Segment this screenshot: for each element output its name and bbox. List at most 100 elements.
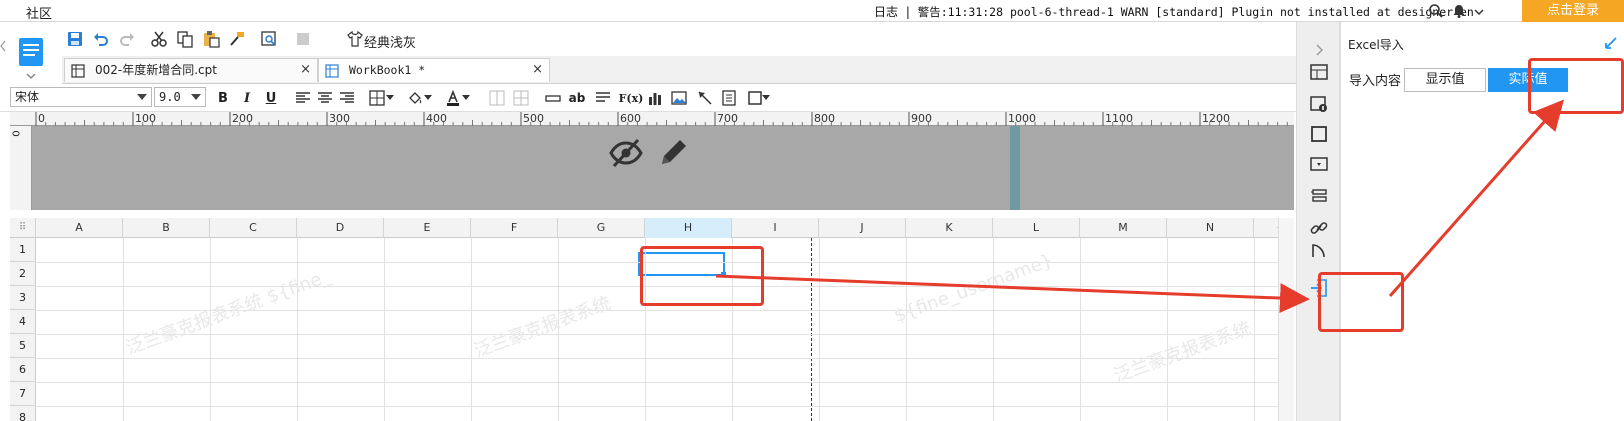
align-center-icon[interactable] bbox=[314, 88, 336, 108]
dropdown-widget-icon[interactable] bbox=[1307, 152, 1331, 176]
log-label[interactable]: 日志 bbox=[874, 5, 898, 19]
column-header-a[interactable]: A bbox=[36, 218, 123, 238]
highlight-box-import-icon bbox=[1318, 272, 1404, 332]
row-header-1[interactable]: 1 bbox=[10, 238, 36, 262]
collapse-arrow-icon[interactable] bbox=[1307, 38, 1331, 62]
select-all-corner[interactable]: ⠿ bbox=[10, 218, 36, 238]
vertical-scrollbar[interactable] bbox=[1278, 218, 1294, 421]
column-header-k[interactable]: K bbox=[906, 218, 993, 238]
row-header-6[interactable]: 6 bbox=[10, 358, 36, 382]
search-icon[interactable] bbox=[1428, 3, 1444, 19]
chevron-down-icon[interactable] bbox=[760, 88, 772, 108]
left-edge-arrow-icon[interactable] bbox=[0, 40, 6, 52]
font-name-select[interactable]: 宋体 bbox=[10, 87, 152, 107]
row-header-2[interactable]: 2 bbox=[10, 262, 36, 286]
row-header-5[interactable]: 5 bbox=[10, 334, 36, 358]
grid-column-line bbox=[384, 238, 385, 421]
paste-icon[interactable] bbox=[200, 28, 222, 50]
bold-button[interactable]: B bbox=[212, 88, 234, 108]
column-header-i[interactable]: I bbox=[732, 218, 819, 238]
grid-row-line bbox=[36, 358, 1288, 359]
condition-attribute-icon[interactable] bbox=[1307, 184, 1331, 208]
sub-report-icon[interactable] bbox=[718, 88, 740, 108]
wrap-text-icon[interactable] bbox=[592, 88, 614, 108]
font-size-select[interactable]: 9.0 bbox=[154, 87, 206, 107]
redo-icon[interactable] bbox=[116, 28, 138, 50]
right-tool-rail bbox=[1296, 22, 1340, 421]
community-link[interactable]: 社区 bbox=[26, 3, 52, 22]
cut-icon[interactable] bbox=[148, 28, 170, 50]
row-header-8[interactable]: 8 bbox=[10, 406, 36, 421]
watermark-text: 泛兰豪克报表系统 ${fine_ bbox=[123, 265, 334, 360]
chevron-down-icon[interactable] bbox=[460, 88, 472, 108]
shirt-icon[interactable] bbox=[344, 28, 366, 50]
row-header-3[interactable]: 3 bbox=[10, 286, 36, 310]
slash-tool-icon[interactable] bbox=[694, 88, 716, 108]
align-left-icon[interactable] bbox=[292, 88, 314, 108]
pencil-edit-icon[interactable] bbox=[656, 136, 688, 170]
column-header-j[interactable]: J bbox=[819, 218, 906, 238]
column-header-l[interactable]: L bbox=[993, 218, 1080, 238]
display-value-button[interactable]: 显示值 bbox=[1404, 68, 1486, 92]
copy-icon[interactable] bbox=[174, 28, 196, 50]
disabled-tool-icon bbox=[292, 28, 314, 50]
widget-frame-icon[interactable] bbox=[1307, 122, 1331, 146]
column-header-g[interactable]: G bbox=[558, 218, 645, 238]
save-icon[interactable] bbox=[64, 28, 86, 50]
undo-icon[interactable] bbox=[90, 28, 112, 50]
pin-icon[interactable] bbox=[1604, 36, 1618, 50]
close-icon[interactable]: × bbox=[532, 59, 543, 81]
cell-attribute-icon[interactable] bbox=[1307, 60, 1331, 84]
cell-element-icon[interactable] bbox=[1307, 92, 1331, 116]
signal-icon[interactable] bbox=[1307, 244, 1331, 258]
column-header-m[interactable]: M bbox=[1080, 218, 1167, 238]
grid-report-icon bbox=[71, 63, 85, 85]
hyperlink-icon[interactable] bbox=[1307, 216, 1331, 240]
column-header-n[interactable]: N bbox=[1167, 218, 1254, 238]
column-header-e[interactable]: E bbox=[384, 218, 471, 238]
theme-label[interactable]: 经典浅灰 bbox=[364, 32, 416, 51]
format-painter-icon[interactable] bbox=[226, 28, 248, 50]
grid-row-line bbox=[36, 406, 1288, 407]
font-size-value: 9.0 bbox=[159, 90, 181, 104]
preview-icon[interactable] bbox=[258, 28, 280, 50]
grid-column-line bbox=[123, 238, 124, 421]
column-header-f[interactable]: F bbox=[471, 218, 558, 238]
bell-icon[interactable] bbox=[1451, 3, 1467, 19]
row-header-7[interactable]: 7 bbox=[10, 382, 36, 406]
watermark-text: 泛兰豪克报表系统 bbox=[1111, 317, 1254, 387]
tab-workbook[interactable]: WorkBook1 * × bbox=[318, 58, 550, 82]
ruler-tick-label: 0 bbox=[38, 112, 45, 125]
tab-contract-report[interactable]: 002-年度新增合同.cpt × bbox=[64, 58, 318, 82]
eye-hidden-icon[interactable] bbox=[608, 136, 644, 170]
split-cells-icon bbox=[510, 88, 532, 108]
image-icon[interactable] bbox=[668, 88, 690, 108]
ruler-tick-label: 1000 bbox=[1008, 112, 1036, 125]
align-right-icon[interactable] bbox=[336, 88, 358, 108]
italic-button[interactable]: I bbox=[236, 88, 258, 108]
login-button[interactable]: 点击登录 bbox=[1522, 0, 1624, 22]
tab-label: 002-年度新增合同.cpt bbox=[95, 63, 217, 77]
highlight-box-actual-value bbox=[1528, 58, 1624, 114]
underline-button[interactable]: U bbox=[260, 88, 282, 108]
parameter-design-area[interactable] bbox=[10, 112, 1294, 210]
chart-icon[interactable] bbox=[644, 88, 666, 108]
formula-button[interactable]: F(x) bbox=[618, 88, 644, 108]
dropdown-arrow-icon[interactable] bbox=[1474, 6, 1484, 16]
text-tool-button[interactable]: ab bbox=[566, 88, 588, 108]
ruler-tick-label: 1100 bbox=[1105, 112, 1133, 125]
tabs-bar: 002-年度新增合同.cpt × WorkBook1 * × bbox=[62, 56, 1340, 84]
grid-row-line bbox=[36, 382, 1288, 383]
column-header-c[interactable]: C bbox=[210, 218, 297, 238]
grid-column-line bbox=[819, 238, 820, 421]
insert-row-icon[interactable] bbox=[542, 88, 564, 108]
designer-logo[interactable] bbox=[0, 22, 62, 82]
ruler-tick-label: 1200 bbox=[1202, 112, 1230, 125]
column-header-d[interactable]: D bbox=[297, 218, 384, 238]
row-header-4[interactable]: 4 bbox=[10, 310, 36, 334]
column-header-b[interactable]: B bbox=[123, 218, 210, 238]
chevron-down-icon[interactable] bbox=[422, 88, 434, 108]
chevron-down-icon[interactable] bbox=[384, 88, 396, 108]
close-icon[interactable]: × bbox=[300, 59, 311, 81]
column-header-h[interactable]: H bbox=[645, 218, 732, 238]
